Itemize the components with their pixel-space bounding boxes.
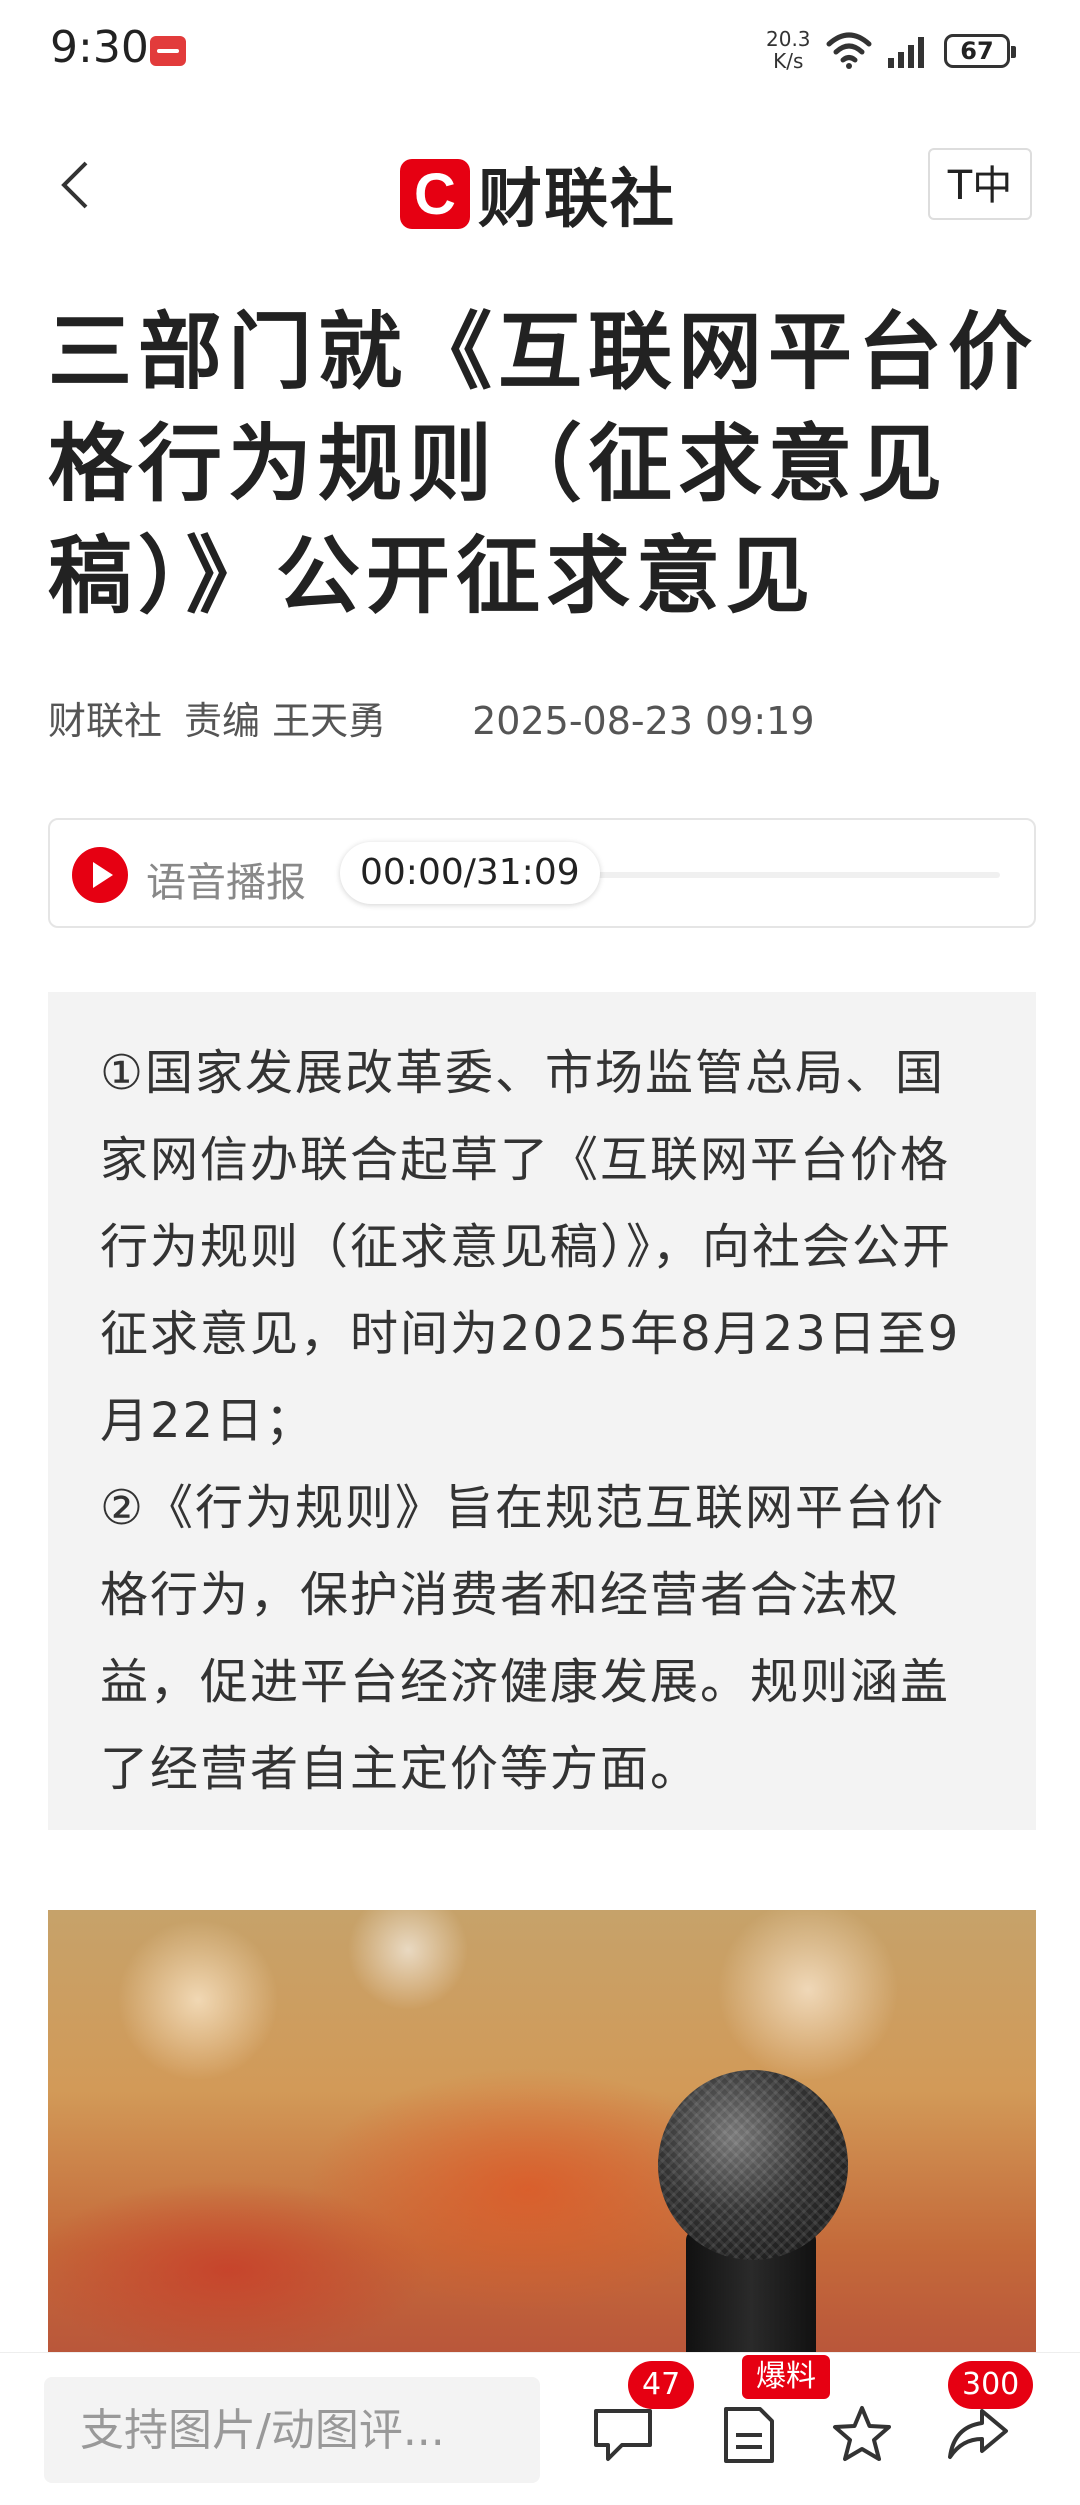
article-source: 财联社 <box>48 699 163 743</box>
comment-input[interactable] <box>44 2377 540 2483</box>
app-logo: C 财联社 <box>400 148 676 240</box>
bottom-action-bar: 47 爆料 300 <box>0 2352 1080 2505</box>
logo-text: 财联社 <box>478 163 676 237</box>
notification-app-icon <box>150 36 186 66</box>
article-summary: ①国家发展改革委、市场监管总局、国家网信办联合起草了《互联网平台价格行为规则（征… <box>48 992 1036 1830</box>
audio-time-thumb[interactable]: 00:00/31:09 <box>340 842 600 904</box>
report-badge: 爆料 <box>742 2355 830 2399</box>
article-image-microphone[interactable] <box>48 1910 1036 2360</box>
article-title: 三部门就《互联网平台价格行为规则（征求意见稿）》公开征求意见 <box>48 303 1039 625</box>
signal-icon <box>888 37 924 68</box>
article-meta: 财联社 责编 王天勇 2025-08-23 09:19 <box>48 690 837 745</box>
report-icon[interactable] <box>722 2405 776 2465</box>
status-bar: 9:30 20.3 K/s 67 <box>0 0 1080 100</box>
wifi-icon <box>826 32 872 69</box>
share-count-badge: 300 <box>948 2361 1034 2409</box>
share-icon[interactable] <box>946 2405 1010 2463</box>
summary-point-1: ①国家发展改革委、市场监管总局、国家网信办联合起草了《互联网平台价格行为规则（征… <box>100 1045 961 1449</box>
play-icon[interactable] <box>72 847 128 903</box>
audio-label: 语音播报 <box>146 860 306 906</box>
logo-mark: C <box>400 159 470 229</box>
comment-count-badge: 47 <box>628 2361 695 2409</box>
star-icon[interactable] <box>832 2405 892 2463</box>
battery-indicator: 67 <box>944 34 1016 68</box>
app-header: C 财联社 T中 <box>0 130 1080 250</box>
audio-player: 语音播报 00:00/31:09 <box>48 818 1036 928</box>
status-time: 9:30 <box>50 22 149 73</box>
audio-progress-track[interactable] <box>580 872 1000 878</box>
network-speed: 20.3 K/s <box>766 28 811 72</box>
font-size-button[interactable]: T中 <box>928 148 1032 220</box>
microphone-head <box>658 2070 848 2260</box>
article-datetime: 2025-08-23 09:19 <box>472 699 815 743</box>
summary-point-2: ②《行为规则》旨在规范互联网平台价格行为，保护消费者和经营者合法权益，促进平台经… <box>100 1480 951 1797</box>
network-speed-value: 20.3 <box>766 27 811 51</box>
back-arrow-icon[interactable] <box>60 160 90 210</box>
network-speed-unit: K/s <box>773 49 804 73</box>
article-editor: 责编 王天勇 <box>184 699 387 743</box>
comment-icon[interactable] <box>592 2405 654 2463</box>
